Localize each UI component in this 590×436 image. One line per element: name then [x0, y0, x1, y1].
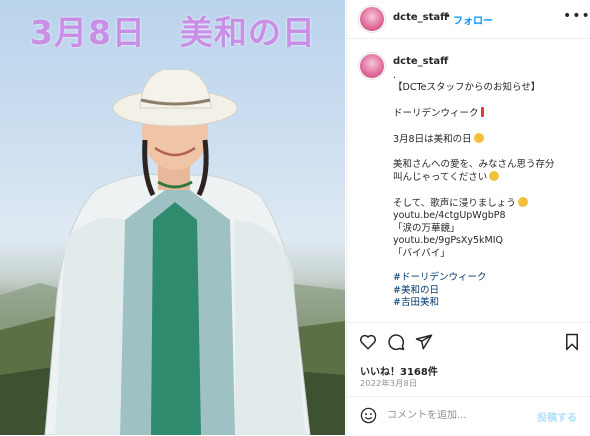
caption-line — [393, 146, 589, 158]
caption-line-text: #美和の日 — [393, 284, 439, 296]
caption-line — [393, 121, 589, 133]
caption-line-text: 美和さんへの愛を、みなさん思う存分 — [393, 158, 555, 170]
caption-username[interactable]: dcte_staff — [393, 56, 448, 67]
share-icon[interactable] — [415, 333, 433, 351]
caption-line: そして、歌声に浸りましょう — [393, 197, 589, 210]
caption-line — [393, 260, 589, 272]
caption-line: 「涙の万華鏡」 — [393, 223, 589, 235]
instagram-post: 3月8日 美和の日 dcte_staff • フォロー ••• dcte_sta… — [0, 0, 590, 435]
caption-line-text: #吉田美和 — [393, 297, 439, 309]
caption-line-text: . — [393, 70, 397, 81]
follow-button[interactable]: フォロー — [453, 12, 493, 27]
caption-line-text: 【DCTeスタッフからのお知らせ】 — [393, 82, 541, 94]
person-figure — [44, 70, 311, 435]
comment-icon[interactable] — [387, 333, 405, 351]
caption-line: . — [393, 70, 589, 82]
more-horizontal-icon[interactable]: ••• — [563, 8, 590, 24]
hashtag-link[interactable]: #ドーリデンウィーク — [393, 272, 589, 284]
post-date: 2022年3月8日 — [360, 379, 418, 388]
caption-line: ドーリデンウィーク — [393, 107, 589, 120]
caption-line-text: ドーリデンウィーク — [393, 108, 479, 120]
hashtag-link[interactable]: #吉田美和 — [393, 297, 589, 309]
comment-bar: 投稿する — [347, 396, 590, 436]
smile-emoji-icon — [489, 171, 500, 182]
separator-dot: • — [445, 11, 451, 22]
caption-line-text: youtu.be/9gPsXy5kMIQ — [393, 235, 504, 247]
caption-line: 【DCTeスタッフからのお知らせ】 — [393, 82, 589, 94]
caption-line: 叫んじゃってください — [393, 171, 589, 184]
smile-emoji-icon — [517, 197, 528, 207]
caption-line-text: 「涙の万華鏡」 — [393, 222, 460, 234]
caption-line: youtu.be/4ctgUpWgbP8 — [393, 210, 589, 222]
avatar[interactable] — [360, 7, 384, 31]
caption-avatar[interactable] — [360, 54, 384, 78]
caption-line-text: youtu.be/4ctgUpWgbP8 — [393, 210, 506, 222]
comment-input[interactable] — [387, 410, 527, 421]
caption-scroll-area[interactable]: dcte_staff . 【DCTeスタッフからのお知らせ】 ドーリデンウィーク 3月… — [347, 40, 590, 322]
caption-line: 3月8日は美和の日 — [393, 133, 589, 146]
bee-emoji-icon — [473, 133, 484, 143]
caption-line: 「バイバイ」 — [393, 248, 589, 260]
caption-text: . 【DCTeスタッフからのお知らせ】 ドーリデンウィーク 3月8日は美和の日美和さん… — [393, 70, 589, 310]
emoji-smile-icon[interactable] — [360, 407, 377, 424]
caption-line — [393, 95, 589, 107]
bookmark-icon[interactable] — [563, 333, 581, 351]
caption-line-text: #ドーリデンウィーク — [393, 272, 487, 284]
header-username[interactable]: dcte_staff — [393, 12, 448, 23]
heart-icon[interactable] — [359, 333, 377, 351]
caption-line-text: 叫んじゃってください — [393, 172, 488, 184]
caption-line-text: 3月8日は美和の日 — [393, 134, 472, 145]
caption-line: 美和さんへの愛を、みなさん思う存分 — [393, 159, 589, 171]
post-header: dcte_staff • フォロー ••• — [347, 0, 590, 39]
caption-line-text: そして、歌声に浸りましょう — [393, 198, 516, 209]
hashtag-link[interactable]: #美和の日 — [393, 285, 589, 297]
post-comment-button[interactable]: 投稿する — [537, 409, 577, 424]
photo-overlay-title: 3月8日 美和の日 — [30, 13, 316, 52]
bang-emoji-icon — [480, 107, 484, 118]
caption-line — [393, 185, 589, 197]
post-side-panel: dcte_staff • フォロー ••• dcte_staff . 【DCTeス… — [346, 0, 590, 435]
caption-line-text: 「バイバイ」 — [393, 247, 450, 259]
post-photo[interactable]: 3月8日 美和の日 — [0, 0, 345, 435]
like-count[interactable]: いいね！3168件 — [360, 363, 438, 378]
caption-line: youtu.be/9gPsXy5kMIQ — [393, 235, 589, 247]
